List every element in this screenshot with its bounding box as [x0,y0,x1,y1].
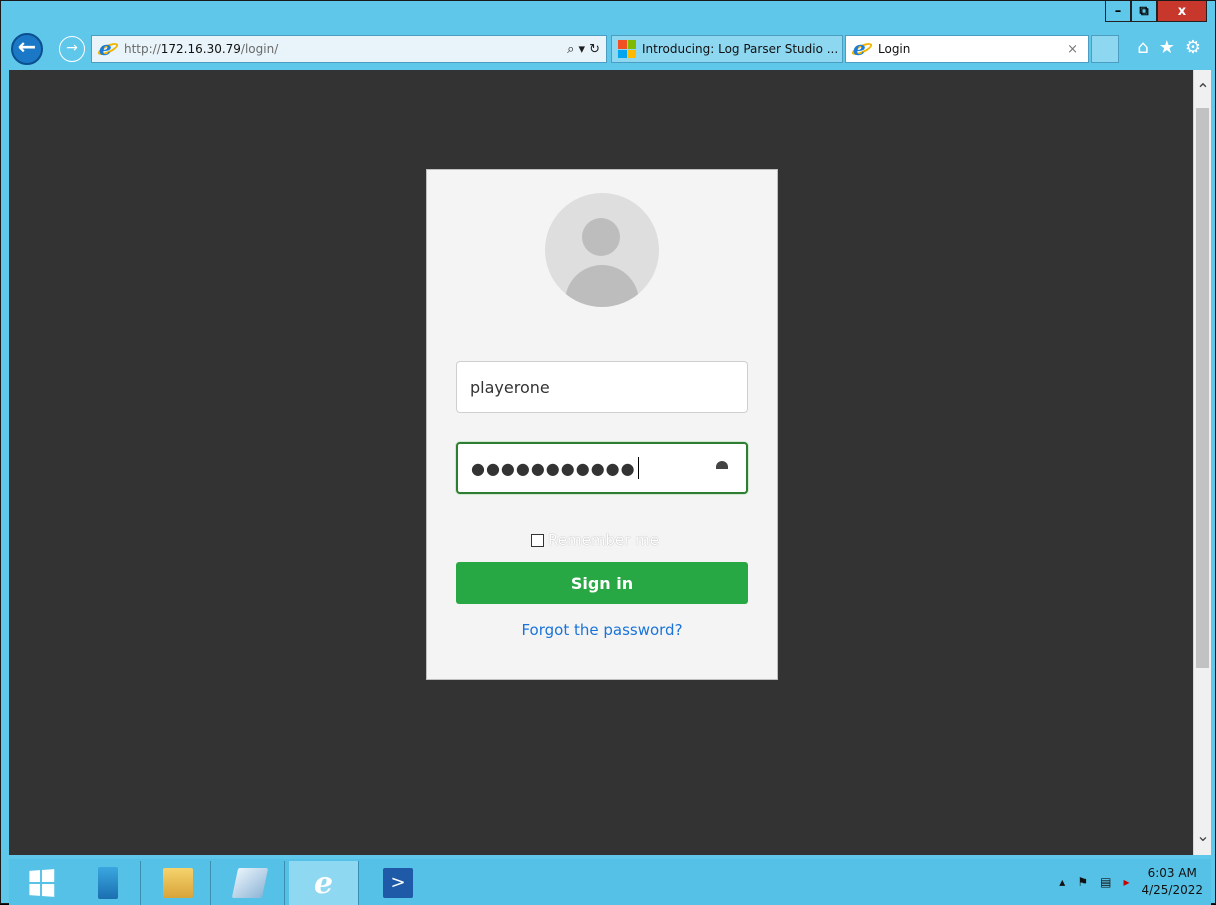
username-value: playerone [470,377,550,397]
close-window-button[interactable]: x [1157,1,1207,22]
system-tray: ▴ ⚑ ▤ ▸ 6:03 AM 4/25/2022 [1059,859,1203,905]
home-icon[interactable]: ⌂ [1137,37,1148,58]
sign-in-button[interactable]: Sign in [456,562,748,604]
tab-title: Login [878,42,911,56]
server-manager-icon[interactable] [75,861,141,905]
password-mask: ●●●●●●●●●●● [471,458,636,478]
remember-me-label: Remember me [548,531,659,549]
remember-me-checkbox[interactable] [531,533,544,547]
clock-date: 4/25/2022 [1141,883,1203,897]
volume-muted-icon[interactable]: ▸ [1123,875,1129,889]
scroll-down-icon[interactable]: ⌄ [1194,826,1212,845]
username-input[interactable]: playerone [456,361,748,413]
forgot-password-link[interactable]: Forgot the password? [427,621,777,639]
microsoft-logo-icon [618,40,636,58]
taskbar: e > ▴ ⚑ ▤ ▸ 6:03 AM 4/25/2022 [9,859,1211,905]
network-icon[interactable]: ▤ [1100,875,1111,889]
remember-me[interactable]: Remember me [531,531,659,549]
url-text: http://172.16.30.79/login/ [124,42,279,56]
favorites-icon[interactable]: ★ [1159,37,1175,58]
settings-icon[interactable]: ⚙ [1185,37,1201,58]
scroll-thumb[interactable] [1196,108,1209,668]
new-tab-button[interactable] [1091,35,1119,63]
browser-window: – ⧉ x ← → e http://172.16.30.79/login/ ⌕… [0,0,1216,905]
window-controls: – ⧉ x [1105,1,1207,23]
ie-icon: e [850,36,874,60]
clock[interactable]: 6:03 AM 4/25/2022 [1141,865,1203,899]
flag-icon[interactable]: ⚑ [1077,875,1088,889]
login-card: playerone ●●●●●●●●●●● Remember me Sign i… [426,169,778,680]
minimize-button[interactable]: – [1105,1,1131,22]
powershell-icon[interactable]: > [365,861,431,905]
browser-tools: ⌂ ★ ⚙ [1137,37,1201,58]
tab-log-parser-studio[interactable]: Introducing: Log Parser Studio ... [611,35,843,63]
forward-button[interactable]: → [59,36,85,62]
windows-logo-icon [29,869,55,897]
start-button[interactable] [13,861,69,905]
address-bar[interactable]: e http://172.16.30.79/login/ ⌕ ▾ ↻ [91,35,607,63]
search-icon[interactable]: ⌕ ▾ [567,42,585,57]
restore-button[interactable]: ⧉ [1131,1,1157,22]
scroll-up-icon[interactable]: ⌃ [1194,80,1212,99]
file-explorer-icon[interactable] [145,861,211,905]
avatar-icon [545,193,659,307]
show-password-icon[interactable] [716,461,728,469]
notepad-icon[interactable] [215,861,285,905]
close-tab-icon[interactable]: × [1067,42,1078,57]
password-input[interactable]: ●●●●●●●●●●● [456,442,748,494]
navigation-bar: ← → e http://172.16.30.79/login/ ⌕ ▾ ↻ I… [9,31,1209,69]
refresh-icon[interactable]: ↻ [589,42,600,57]
tab-login[interactable]: e Login × [845,35,1089,63]
show-hidden-icons-icon[interactable]: ▴ [1059,875,1065,889]
vertical-scrollbar[interactable]: ⌃ ⌄ [1193,70,1211,855]
clock-time: 6:03 AM [1147,866,1197,880]
text-caret [637,457,639,479]
ie-icon: e [96,36,120,60]
tab-title: Introducing: Log Parser Studio ... [642,42,839,56]
internet-explorer-icon[interactable]: e [289,861,359,905]
back-button[interactable]: ← [11,33,43,65]
